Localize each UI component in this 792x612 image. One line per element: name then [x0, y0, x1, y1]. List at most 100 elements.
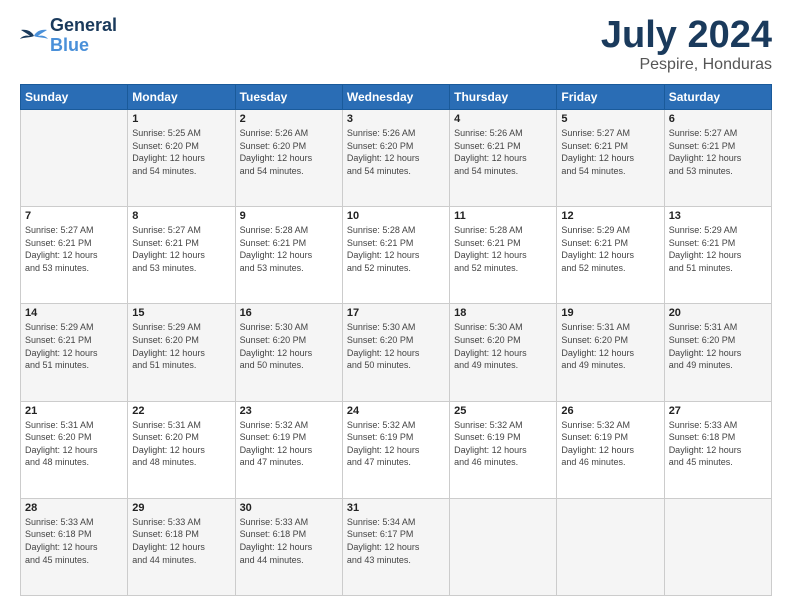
calendar-day-cell: 19 Sunrise: 5:31 AM Sunset: 6:20 PM Dayli… [557, 304, 664, 401]
day-info: Sunrise: 5:26 AM Sunset: 6:20 PM Dayligh… [240, 127, 338, 177]
day-number: 24 [347, 405, 445, 417]
calendar-day-cell: 7 Sunrise: 5:27 AM Sunset: 6:21 PM Daylig… [21, 207, 128, 304]
calendar-day-header: Saturday [664, 85, 771, 110]
day-number: 29 [132, 502, 230, 514]
calendar-day-cell [21, 110, 128, 207]
day-info: Sunrise: 5:32 AM Sunset: 6:19 PM Dayligh… [561, 419, 659, 469]
page: General Blue July 2024 Pespire, Honduras… [0, 0, 792, 612]
day-info: Sunrise: 5:29 AM Sunset: 6:21 PM Dayligh… [669, 224, 767, 274]
logo: General Blue [20, 16, 117, 56]
calendar-day-cell: 24 Sunrise: 5:32 AM Sunset: 6:19 PM Dayli… [342, 401, 449, 498]
day-info: Sunrise: 5:30 AM Sunset: 6:20 PM Dayligh… [347, 321, 445, 371]
day-info: Sunrise: 5:26 AM Sunset: 6:21 PM Dayligh… [454, 127, 552, 177]
day-info: Sunrise: 5:32 AM Sunset: 6:19 PM Dayligh… [347, 419, 445, 469]
calendar-day-cell: 14Sunrise: 5:29 AM Sunset: 6:21 PM Dayli… [21, 304, 128, 401]
day-info: Sunrise: 5:27 AM Sunset: 6:21 PM Dayligh… [25, 224, 123, 274]
calendar-week-row: 21 Sunrise: 5:31 AM Sunset: 6:20 PM Dayli… [21, 401, 772, 498]
day-info: Sunrise: 5:31 AM Sunset: 6:20 PM Dayligh… [561, 321, 659, 371]
calendar-day-header: Tuesday [235, 85, 342, 110]
calendar-day-cell: 21 Sunrise: 5:31 AM Sunset: 6:20 PM Dayli… [21, 401, 128, 498]
day-number: 30 [240, 502, 338, 514]
day-info: Sunrise: 5:28 AM Sunset: 6:21 PM Dayligh… [240, 224, 338, 274]
calendar-day-cell: 20Sunrise: 5:31 AM Sunset: 6:20 PM Dayli… [664, 304, 771, 401]
day-info: Sunrise: 5:33 AM Sunset: 6:18 PM Dayligh… [240, 516, 338, 566]
day-info: Sunrise: 5:31 AM Sunset: 6:20 PM Dayligh… [669, 321, 767, 371]
calendar-day-header: Thursday [450, 85, 557, 110]
calendar-day-cell: 30 Sunrise: 5:33 AM Sunset: 6:18 PM Dayli… [235, 498, 342, 595]
day-info: Sunrise: 5:25 AM Sunset: 6:20 PM Dayligh… [132, 127, 230, 177]
calendar-day-cell: 28Sunrise: 5:33 AM Sunset: 6:18 PM Dayli… [21, 498, 128, 595]
day-number: 19 [561, 307, 659, 319]
calendar-day-header: Monday [128, 85, 235, 110]
day-info: Sunrise: 5:30 AM Sunset: 6:20 PM Dayligh… [454, 321, 552, 371]
day-info: Sunrise: 5:27 AM Sunset: 6:21 PM Dayligh… [669, 127, 767, 177]
calendar-day-cell: 23 Sunrise: 5:32 AM Sunset: 6:19 PM Dayli… [235, 401, 342, 498]
calendar-day-cell: 11 Sunrise: 5:28 AM Sunset: 6:21 PM Dayli… [450, 207, 557, 304]
calendar-day-cell: 12 Sunrise: 5:29 AM Sunset: 6:21 PM Dayli… [557, 207, 664, 304]
header: General Blue July 2024 Pespire, Honduras [20, 16, 772, 74]
day-number: 4 [454, 113, 552, 125]
day-number: 17 [347, 307, 445, 319]
day-info: Sunrise: 5:30 AM Sunset: 6:20 PM Dayligh… [240, 321, 338, 371]
day-number: 11 [454, 210, 552, 222]
calendar-day-header: Wednesday [342, 85, 449, 110]
day-number: 7 [25, 210, 123, 222]
day-info: Sunrise: 5:26 AM Sunset: 6:20 PM Dayligh… [347, 127, 445, 177]
day-info: Sunrise: 5:29 AM Sunset: 6:21 PM Dayligh… [561, 224, 659, 274]
calendar-day-cell: 9 Sunrise: 5:28 AM Sunset: 6:21 PM Daylig… [235, 207, 342, 304]
day-info: Sunrise: 5:28 AM Sunset: 6:21 PM Dayligh… [454, 224, 552, 274]
logo-blue: Blue [50, 36, 117, 56]
calendar-day-header: Sunday [21, 85, 128, 110]
day-number: 28 [25, 502, 123, 514]
day-info: Sunrise: 5:31 AM Sunset: 6:20 PM Dayligh… [132, 419, 230, 469]
calendar-day-cell: 22 Sunrise: 5:31 AM Sunset: 6:20 PM Dayli… [128, 401, 235, 498]
day-number: 26 [561, 405, 659, 417]
day-number: 18 [454, 307, 552, 319]
day-number: 16 [240, 307, 338, 319]
calendar-day-cell: 25 Sunrise: 5:32 AM Sunset: 6:19 PM Dayli… [450, 401, 557, 498]
day-info: Sunrise: 5:33 AM Sunset: 6:18 PM Dayligh… [669, 419, 767, 469]
calendar-week-row: 28 Sunrise: 5:33 AM Sunset: 6:18 PM Dayli… [21, 498, 772, 595]
day-info: Sunrise: 5:32 AM Sunset: 6:19 PM Dayligh… [454, 419, 552, 469]
day-info: Sunrise: 5:31 AM Sunset: 6:20 PM Dayligh… [25, 419, 123, 469]
day-number: 23 [240, 405, 338, 417]
day-number: 5 [561, 113, 659, 125]
calendar-day-cell: 26 Sunrise: 5:32 AM Sunset: 6:19 PM Dayli… [557, 401, 664, 498]
day-number: 13 [669, 210, 767, 222]
calendar-day-cell: 29Sunrise: 5:33 AM Sunset: 6:18 PM Dayli… [128, 498, 235, 595]
calendar-day-cell: 10Sunrise: 5:28 AM Sunset: 6:21 PM Dayli… [342, 207, 449, 304]
day-info: Sunrise: 5:27 AM Sunset: 6:21 PM Dayligh… [561, 127, 659, 177]
day-number: 1 [132, 113, 230, 125]
day-number: 3 [347, 113, 445, 125]
day-number: 12 [561, 210, 659, 222]
day-info: Sunrise: 5:32 AM Sunset: 6:19 PM Dayligh… [240, 419, 338, 469]
day-info: Sunrise: 5:34 AM Sunset: 6:17 PM Dayligh… [347, 516, 445, 566]
calendar-day-cell [557, 498, 664, 595]
calendar-day-cell: 2 Sunrise: 5:26 AM Sunset: 6:20 PM Daylig… [235, 110, 342, 207]
calendar-day-cell: 4 Sunrise: 5:26 AM Sunset: 6:21 PM Daylig… [450, 110, 557, 207]
day-number: 15 [132, 307, 230, 319]
calendar-table: SundayMondayTuesdayWednesdayThursdayFrid… [20, 84, 772, 596]
location-subtitle: Pespire, Honduras [601, 56, 772, 74]
day-number: 31 [347, 502, 445, 514]
day-info: Sunrise: 5:28 AM Sunset: 6:21 PM Dayligh… [347, 224, 445, 274]
day-number: 9 [240, 210, 338, 222]
day-number: 25 [454, 405, 552, 417]
calendar-day-cell: 6Sunrise: 5:27 AM Sunset: 6:21 PM Daylig… [664, 110, 771, 207]
day-number: 22 [132, 405, 230, 417]
title-block: July 2024 Pespire, Honduras [601, 16, 772, 74]
calendar-day-cell: 5 Sunrise: 5:27 AM Sunset: 6:21 PM Daylig… [557, 110, 664, 207]
calendar-day-cell: 27 Sunrise: 5:33 AM Sunset: 6:18 PM Dayli… [664, 401, 771, 498]
calendar-day-cell: 31 Sunrise: 5:34 AM Sunset: 6:17 PM Dayli… [342, 498, 449, 595]
logo-general: General [50, 16, 117, 36]
calendar-day-cell: 16 Sunrise: 5:30 AM Sunset: 6:20 PM Dayli… [235, 304, 342, 401]
calendar-day-header: Friday [557, 85, 664, 110]
day-number: 21 [25, 405, 123, 417]
month-title: July 2024 [601, 16, 772, 54]
calendar-day-cell: 8Sunrise: 5:27 AM Sunset: 6:21 PM Daylig… [128, 207, 235, 304]
day-number: 27 [669, 405, 767, 417]
calendar-day-cell: 18 Sunrise: 5:30 AM Sunset: 6:20 PM Dayli… [450, 304, 557, 401]
day-info: Sunrise: 5:29 AM Sunset: 6:21 PM Dayligh… [25, 321, 123, 371]
calendar-header-row: SundayMondayTuesdayWednesdayThursdayFrid… [21, 85, 772, 110]
day-number: 2 [240, 113, 338, 125]
